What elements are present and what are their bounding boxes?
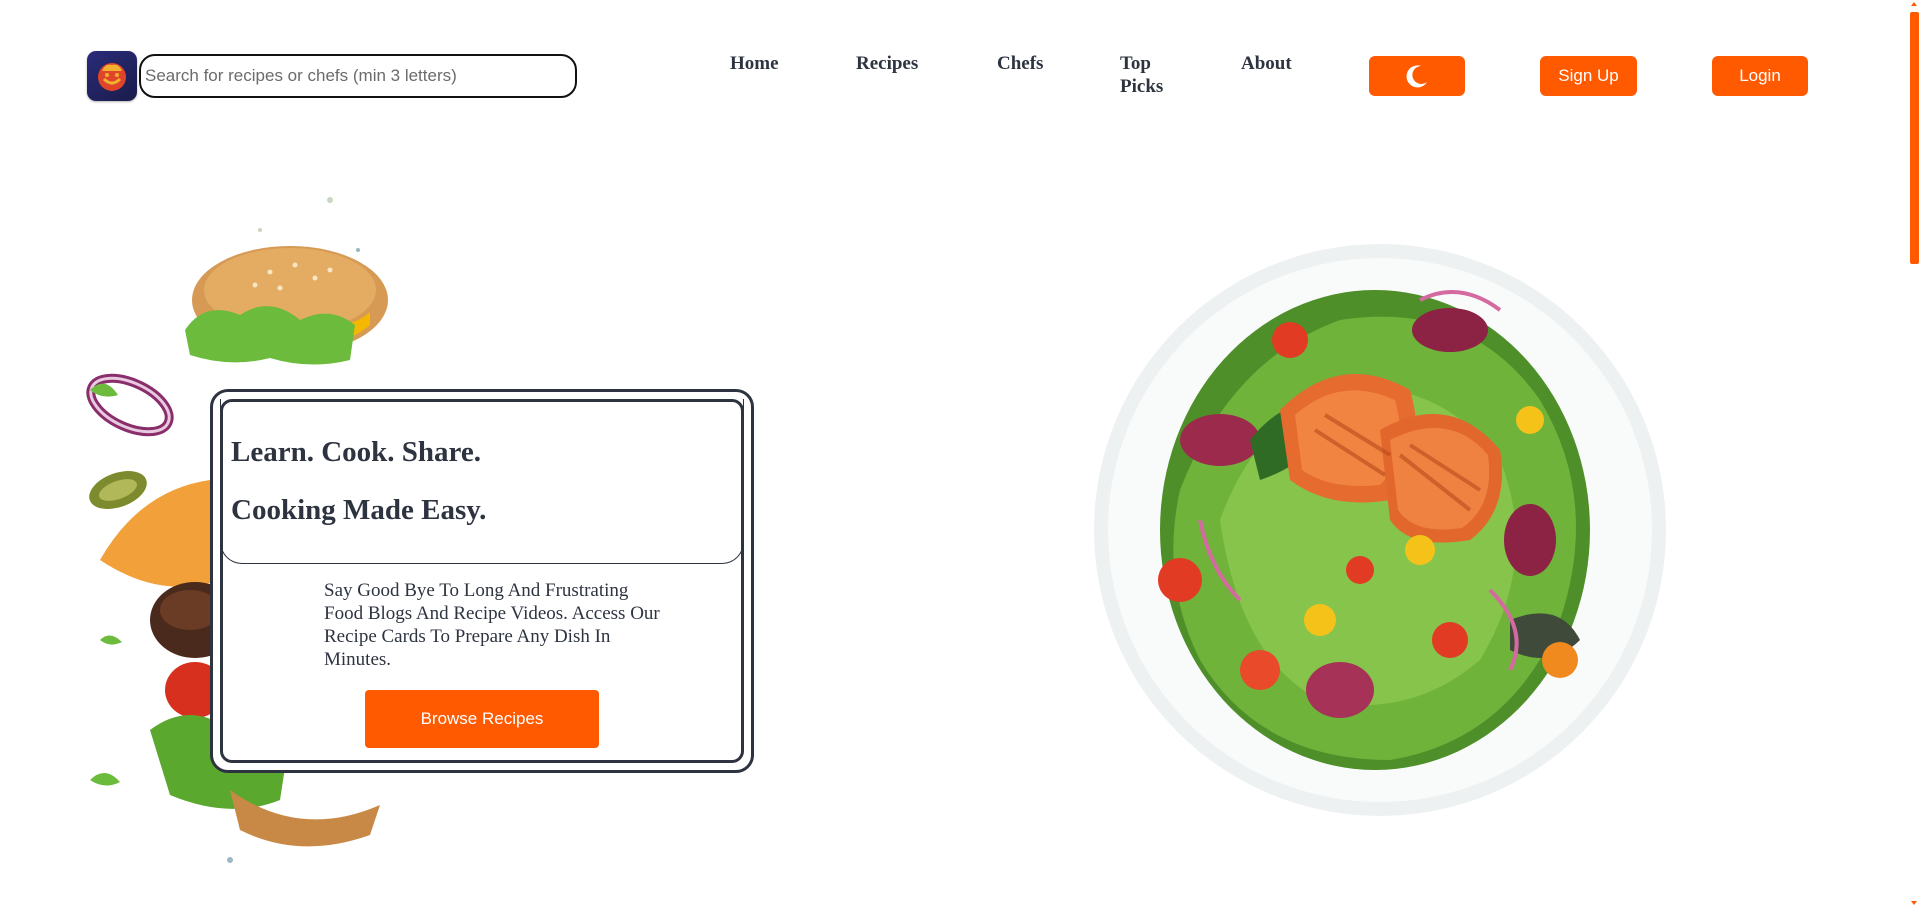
browse-recipes-button[interactable]: Browse Recipes <box>365 690 599 748</box>
nav-top-picks[interactable]: Top Picks <box>1120 52 1180 98</box>
scrollbar-thumb[interactable] <box>1910 12 1919 264</box>
chef-logo-icon <box>98 63 126 91</box>
hero-headline-box: Learn. Cook. Share. Cooking Made Easy. <box>220 399 744 564</box>
hero-description: Say Good Bye To Long And Frustrating Foo… <box>324 580 660 670</box>
hero-card: Learn. Cook. Share. Cooking Made Easy. S… <box>210 389 754 773</box>
theme-toggle-button[interactable] <box>1369 56 1465 96</box>
site-logo[interactable] <box>87 51 137 101</box>
nav-about[interactable]: About <box>1241 52 1292 75</box>
login-button[interactable]: Login <box>1712 56 1808 96</box>
page-scrollbar[interactable] <box>1907 0 1919 909</box>
hero-headline-learn: Learn. Cook. Share. <box>231 436 482 468</box>
moon-icon <box>1406 65 1427 88</box>
nav-recipes[interactable]: Recipes <box>856 52 918 75</box>
scroll-down-arrow[interactable] <box>1911 901 1917 905</box>
salmon-salad-image <box>1094 244 1666 816</box>
scroll-up-arrow[interactable] <box>1911 2 1917 6</box>
search-input[interactable] <box>139 54 577 98</box>
hero-headline-easy: Cooking Made Easy. <box>231 494 487 526</box>
nav-home[interactable]: Home <box>730 52 779 75</box>
nav-chefs[interactable]: Chefs <box>997 52 1043 75</box>
signup-button[interactable]: Sign Up <box>1540 56 1637 96</box>
